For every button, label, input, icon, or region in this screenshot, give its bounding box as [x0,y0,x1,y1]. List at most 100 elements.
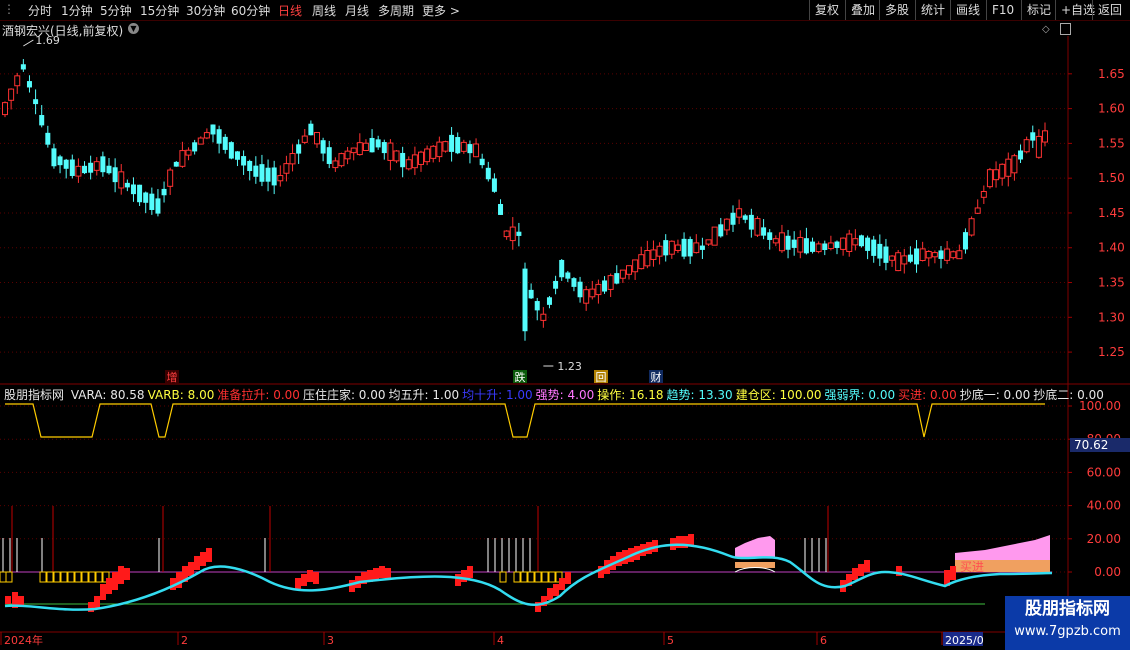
candle-body [436,141,443,158]
candle-body [289,153,296,165]
candle-body [944,248,951,261]
candle-body [69,159,75,176]
candle-body [442,141,449,152]
candle-body [986,169,993,188]
candle-body [553,280,559,289]
accumulation-box [95,571,103,583]
candle-body [167,169,174,187]
price-annotations: 1.69 1.23 增 跌 回 财 [23,34,663,384]
indicator-field-9: 建仓区: 100.00 [735,388,822,402]
accumulation-box [81,571,89,583]
vara-line [5,403,1045,438]
candle-body [834,241,840,248]
candle-body [259,164,265,182]
candle-body [638,254,645,270]
candle-body [45,132,51,145]
candle-body [516,231,522,236]
marker-label: 回 [596,371,607,384]
accumulation-box [520,571,528,583]
candle-body [112,167,118,183]
candle-body [283,163,290,174]
bull-block [301,574,307,586]
price-tick-label: 1.55 [1098,136,1125,150]
candle-body [381,142,387,154]
candle-body [241,156,247,166]
candle-body [889,255,896,261]
candle-body [1018,150,1024,160]
low-label: 1.23 [557,360,582,373]
price-tick-label: 1.40 [1098,241,1125,255]
marker-label: 跌 [515,370,526,384]
candle-body [479,158,485,166]
candle-body [840,237,847,250]
candle-body [778,232,785,252]
bull-block [206,548,212,562]
bull-block [461,570,467,582]
accumulation-box [527,571,535,583]
price-tick-label: 1.25 [1098,345,1125,359]
indicator-header: 股朋指标网 VARA: 80.58 VARB: 8.00 准备拉升: 0.00 压住庄… [4,386,1107,403]
candle-body [155,198,161,214]
price-tick-label: 1.30 [1098,310,1125,324]
candle-body [222,136,228,150]
candle-body [33,99,39,105]
candle-body [980,191,987,198]
bull-block [950,566,956,580]
accumulation-box [88,571,96,583]
bull-block [559,578,565,590]
candle-body [583,289,590,304]
candle-body [1023,139,1030,153]
time-label: 6 [820,634,827,647]
candle-body [668,240,675,255]
indicator-field-11: 买进: 0.00 [898,388,957,402]
candle-body [559,259,565,278]
candle-body [565,272,571,279]
candle-body [460,141,467,152]
candle-body [589,288,596,298]
candle-body [308,123,314,136]
indicator-field-10: 强弱界: 0.00 [824,388,896,402]
candle-body [296,144,302,154]
indicator-field-4: 均五升: 1.00 [388,388,460,402]
candle-body [106,165,112,174]
candle-body [301,135,308,143]
bull-block [124,568,130,580]
time-label: 5 [667,634,674,647]
candle-body [314,132,320,145]
candle-body [644,250,651,267]
accumulation-box [67,571,75,583]
candle-body [130,184,136,195]
candle-body [528,289,534,299]
candlestick-series [2,59,1048,341]
indicator-field-13: 抄底二: 0.00 [1033,388,1104,402]
candle-body [369,137,375,153]
candle-body [962,232,968,250]
accumulation-box [548,571,556,583]
indicator-field-8: 趋势: 13.30 [666,388,733,402]
indicator-series: 买进 [0,403,1053,612]
candle-body [350,147,357,154]
candle-body [173,161,179,167]
candle-body [82,165,88,174]
chart-canvas[interactable]: 1.69 1.23 增 跌 回 财 买进 1.65 1.60 1.55 1.50 1.45 1.40… [0,0,1130,650]
candle-body [498,204,504,215]
candle-body [14,75,21,87]
candle-body [919,248,926,262]
candle-body [185,149,192,156]
time-label: 4 [497,634,504,647]
candle-body [424,148,431,163]
candle-body [901,255,908,265]
candle-body [602,280,608,292]
candle-body [118,171,125,189]
watermark-title: 股朋指标网 [1025,599,1110,619]
candle-body [1011,155,1018,174]
high-pointer [23,39,34,47]
bull-block [676,536,682,548]
marker-label: 财 [651,370,662,384]
candle-body [418,151,424,165]
indicator-tick-label: 20.00 [1087,532,1121,546]
candle-body [210,124,216,135]
indicator-field-1: VARB: 8.00 [147,388,215,402]
indicator-field-3: 压住庄家: 0.00 [302,388,386,402]
candle-body [687,239,693,257]
